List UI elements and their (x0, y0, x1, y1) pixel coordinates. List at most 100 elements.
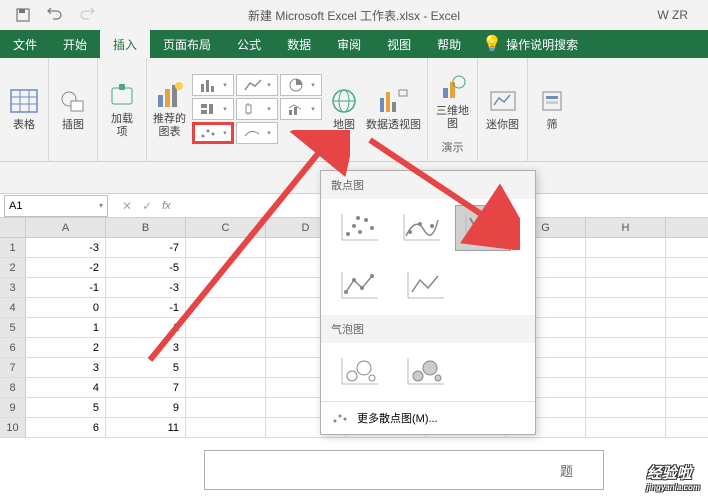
cell[interactable]: -1 (26, 278, 106, 297)
3d-map-button[interactable]: 三维地 图 (436, 71, 469, 131)
more-scatter-charts-button[interactable]: 更多散点图(M)... (321, 401, 535, 434)
scatter-chart-button[interactable]: ▾ (192, 122, 234, 144)
tab-file[interactable]: 文件 (0, 30, 50, 58)
row-header[interactable]: 5 (0, 318, 26, 337)
cell[interactable]: 9 (106, 398, 186, 417)
tab-insert[interactable]: 插入 (100, 30, 150, 58)
cell[interactable] (186, 298, 266, 317)
bubble-option[interactable] (331, 349, 387, 395)
col-header[interactable]: A (26, 218, 106, 237)
cell[interactable]: 11 (106, 418, 186, 437)
scatter-markers-option[interactable] (331, 205, 387, 251)
cell[interactable]: -5 (106, 258, 186, 277)
col-header[interactable]: H (586, 218, 666, 237)
cell[interactable]: -3 (26, 238, 106, 257)
cell[interactable]: 3 (26, 358, 106, 377)
column-chart-button[interactable]: ▾ (192, 74, 234, 96)
col-header[interactable]: C (186, 218, 266, 237)
cell[interactable]: 2 (26, 338, 106, 357)
demo-label: 演示 (442, 139, 464, 157)
scatter-smooth-lines-option[interactable] (393, 205, 449, 251)
hierarchy-chart-button[interactable]: ▾ (192, 98, 234, 120)
row-header[interactable]: 3 (0, 278, 26, 297)
scatter-straight-option[interactable] (397, 263, 453, 309)
scatter-straight-markers-option[interactable] (331, 263, 387, 309)
cell[interactable]: 0 (26, 298, 106, 317)
cancel-formula-button[interactable]: ✕ (122, 199, 132, 213)
embedded-chart[interactable]: 题 (204, 450, 604, 490)
tab-view[interactable]: 视图 (374, 30, 424, 58)
fx-icon[interactable]: fx (162, 200, 171, 212)
illustrations-button[interactable]: 插图 (57, 85, 89, 132)
pie-chart-button[interactable]: ▾ (280, 74, 322, 96)
tab-review[interactable]: 审阅 (324, 30, 374, 58)
tab-help[interactable]: 帮助 (424, 30, 474, 58)
combo-chart-button[interactable]: ▾ (280, 98, 322, 120)
cell[interactable]: 6 (26, 418, 106, 437)
cell[interactable]: 5 (106, 358, 186, 377)
row-header[interactable]: 4 (0, 298, 26, 317)
name-box[interactable]: A1 ▾ (4, 195, 108, 217)
enter-formula-button[interactable]: ✓ (142, 199, 152, 213)
col-header[interactable]: B (106, 218, 186, 237)
filter-button[interactable]: 筛 (536, 85, 568, 132)
cell[interactable] (186, 278, 266, 297)
cell[interactable]: 1 (26, 318, 106, 337)
scatter-smooth-option[interactable] (455, 205, 511, 251)
cell[interactable] (186, 418, 266, 437)
cell[interactable] (186, 358, 266, 377)
sparkline-button[interactable]: 迷你图 (486, 85, 519, 132)
redo-button[interactable] (74, 4, 100, 26)
row-header[interactable]: 6 (0, 338, 26, 357)
cell[interactable] (586, 278, 666, 297)
cell[interactable] (186, 398, 266, 417)
cell[interactable]: 5 (26, 398, 106, 417)
row-header[interactable]: 7 (0, 358, 26, 377)
cell[interactable] (586, 318, 666, 337)
cell[interactable] (586, 238, 666, 257)
undo-button[interactable] (42, 4, 68, 26)
cell[interactable]: 3 (106, 338, 186, 357)
tab-formulas[interactable]: 公式 (224, 30, 274, 58)
cell[interactable] (586, 358, 666, 377)
save-button[interactable] (10, 4, 36, 26)
pivot-chart-button[interactable]: 数据透视图 (366, 85, 421, 132)
cell[interactable]: -1 (106, 298, 186, 317)
line-chart-button[interactable]: ▾ (236, 74, 278, 96)
cell[interactable] (186, 338, 266, 357)
addins-button[interactable]: 加载 项 (106, 79, 138, 139)
recommended-charts-button[interactable]: 推荐的 图表 (153, 79, 186, 139)
cell[interactable] (586, 258, 666, 277)
cell[interactable]: 1 (106, 318, 186, 337)
cell[interactable]: -2 (26, 258, 106, 277)
row-header[interactable]: 8 (0, 378, 26, 397)
cell[interactable] (186, 258, 266, 277)
tables-button[interactable]: 表格 (8, 85, 40, 132)
row-header[interactable]: 1 (0, 238, 26, 257)
cell[interactable] (586, 338, 666, 357)
tab-data[interactable]: 数据 (274, 30, 324, 58)
row-header[interactable]: 10 (0, 418, 26, 437)
cell[interactable] (186, 318, 266, 337)
map-button[interactable]: 地图 (328, 85, 360, 132)
cell[interactable]: 4 (26, 378, 106, 397)
cell[interactable]: 7 (106, 378, 186, 397)
bubble-3d-option[interactable] (397, 349, 453, 395)
cell[interactable]: -3 (106, 278, 186, 297)
cell[interactable] (586, 298, 666, 317)
cell[interactable] (586, 398, 666, 417)
select-all-corner[interactable] (0, 218, 26, 237)
tell-me-search[interactable]: 💡 操作说明搜索 (482, 30, 578, 58)
tab-pagelayout[interactable]: 页面布局 (150, 30, 224, 58)
illustrations-label: 插图 (62, 119, 84, 132)
row-header[interactable]: 2 (0, 258, 26, 277)
cell[interactable] (186, 378, 266, 397)
cell[interactable]: -7 (106, 238, 186, 257)
statistic-chart-button[interactable]: ▾ (236, 98, 278, 120)
row-header[interactable]: 9 (0, 398, 26, 417)
cell[interactable] (186, 238, 266, 257)
tab-home[interactable]: 开始 (50, 30, 100, 58)
cell[interactable] (586, 418, 666, 437)
cell[interactable] (586, 378, 666, 397)
surface-chart-button[interactable]: ▾ (236, 122, 278, 144)
